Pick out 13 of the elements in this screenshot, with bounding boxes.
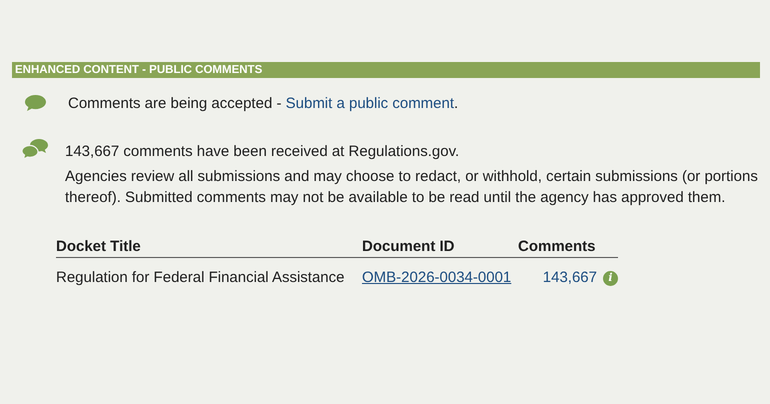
submit-comment-link[interactable]: Submit a public comment — [286, 95, 454, 112]
review-notice: Agencies review all submissions and may choose to redact, or withhold, certain submissions (or portions thereof). Submitted comments may not be available to be read until the agency has approved them. — [65, 167, 759, 208]
comments-received-text: 143,667 comments have been received at Regulations.gov. — [65, 142, 460, 162]
comments-icon — [21, 138, 49, 160]
comment-count-link[interactable]: 143,667 — [542, 266, 597, 290]
document-id-link[interactable]: OMB-2026-0034-0001 — [362, 268, 512, 286]
column-header: Comments — [518, 238, 596, 255]
section-header: ENHANCED CONTENT - PUBLIC COMMENTS — [12, 62, 760, 78]
comment-status-text: Comments are being accepted - Submit a public comment. — [68, 94, 458, 114]
comment-icon — [24, 94, 47, 112]
docket-title-cell: Regulation for Federal Financial Assistance — [56, 268, 344, 286]
column-header: Docket Title — [56, 238, 141, 255]
column-header: Document ID — [362, 238, 455, 255]
